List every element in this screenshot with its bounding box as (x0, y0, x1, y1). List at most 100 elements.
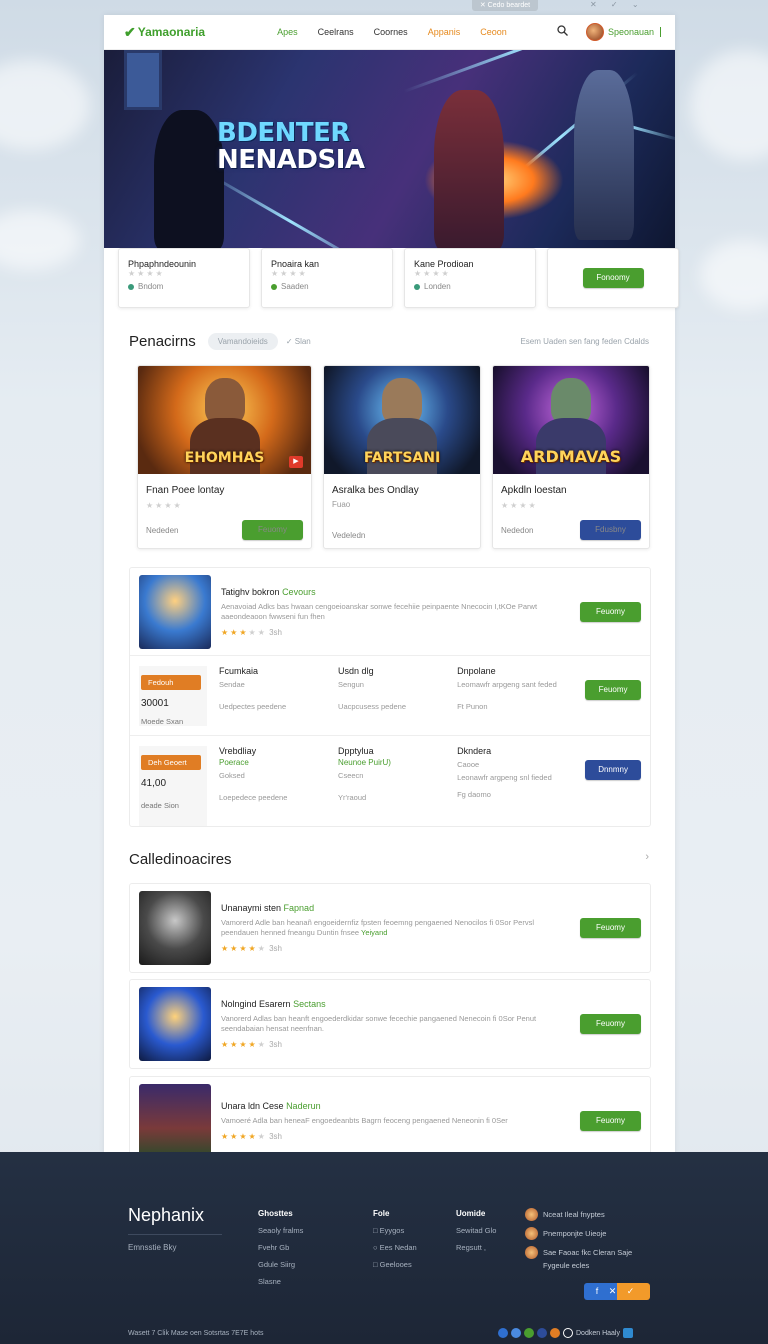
social-icon[interactable] (550, 1328, 560, 1338)
featured-card[interactable]: Phpaphndeounin ★★★★ Bndom (118, 248, 250, 308)
nav-link[interactable]: Coornes (374, 27, 408, 37)
nav-link[interactable]: Ceelrans (318, 27, 354, 37)
signin-link[interactable]: Speonauan (608, 27, 661, 37)
rating-stars: ★★★★ (271, 269, 308, 278)
footer-link[interactable]: □ Eyygos (373, 1222, 417, 1239)
game-card[interactable]: FARTSANI Asralka bes Ondlay Fuao Vedeled… (323, 365, 481, 549)
item-button[interactable]: Feuomy (580, 918, 641, 938)
rating-stars: ★★★★ (146, 501, 183, 510)
footer-link[interactable]: Regsutt , (456, 1239, 496, 1256)
list-item[interactable]: Tatighv bokron Cevours Aenavoiad Adks ba… (130, 568, 650, 656)
footer-bottom-link[interactable]: Dodken Haaly (576, 1330, 620, 1337)
deal-button[interactable]: Dnnmny (585, 760, 641, 780)
game-art: FARTSANI (324, 366, 480, 474)
item-button[interactable]: Feuomy (580, 1014, 641, 1034)
section-header: Calledinoacires › (129, 851, 649, 868)
social-buttons[interactable]: f ✕ ✓ (584, 1283, 650, 1300)
filter-pill[interactable]: Vamandoieids (207, 333, 278, 350)
filter-check[interactable]: ✓ Slan (286, 337, 311, 346)
game-button[interactable]: Fdusbny (580, 520, 641, 540)
nav-link[interactable]: Ceoon (480, 27, 507, 37)
footer-link[interactable]: □ Geelooes (373, 1256, 417, 1273)
game-art-label: EHOMHAS (184, 450, 265, 466)
status-dot-icon (414, 283, 420, 290)
featured-title: Phpaphndeounin (128, 259, 197, 269)
item-tag: Fapnad (283, 903, 315, 913)
footer-link[interactable]: Gdule Siirg (258, 1256, 303, 1273)
featured-card[interactable]: Kane Prodioan ★★★★ Londen (404, 248, 536, 308)
item-button[interactable]: Feuomy (580, 601, 641, 622)
deal-col: Vrebdliay Poerace Goksed Loepedece peedene (219, 746, 288, 802)
item-rating: ★★★★★ 3sh (221, 944, 282, 953)
rating-stars: ★★★★ (414, 269, 451, 278)
footer-heading: Uomide (456, 1209, 486, 1218)
game-title: Apkdln loestan (501, 485, 567, 496)
featured-status: Londen (414, 282, 526, 291)
item-title: Tatighv bokron (221, 586, 280, 597)
item-title: Unanaymi sten (221, 903, 282, 913)
deals-list: Tatighv bokron Cevours Aenavoiad Adks ba… (129, 567, 651, 827)
nav-links: Apes Ceelrans Coornes Appanis Ceoon (277, 27, 507, 37)
game-cards: EHOMHAS ▶ Fnan Poee lontay ★★★★ Nededen F… (137, 365, 650, 549)
game-card[interactable]: ARDMAVAS Apkdln loestan ★★★★ Nededon Fdus… (492, 365, 650, 549)
logo[interactable]: ✔ Yamaonaria (124, 24, 205, 41)
status-dot-icon (128, 283, 134, 290)
deal-row[interactable]: Fedouh 30001 Moede Sxan Fcumkaia Sendae Ue… (130, 656, 650, 736)
footer-link[interactable]: Slasne (258, 1273, 303, 1290)
footer-featured-item[interactable]: Pnemponjte Uieoje (525, 1224, 632, 1243)
game-subtitle: Fuao (332, 500, 351, 509)
footer-tagline: Emnsstie Bky (128, 1243, 177, 1252)
footer-bottom-icons: Dodken Haaly (498, 1328, 633, 1338)
list-item[interactable]: Nolngind Esarern Sectans Vanorerd Adlas … (129, 979, 651, 1069)
game-thumbnail (139, 987, 211, 1061)
footer-link[interactable]: Fvehr Gb (258, 1239, 303, 1256)
chevron-right-icon[interactable]: › (645, 851, 649, 868)
footer-link[interactable]: Sewitad Glo (456, 1222, 496, 1239)
list-item[interactable]: Unanaymi sten Fapnad Vamorerd Adle ban h… (129, 883, 651, 973)
featured-button[interactable]: Fonoomy (582, 268, 644, 288)
game-art-label: FARTSANI (363, 450, 441, 466)
section-meta[interactable]: Esem Uaden sen fang feden Cdalds (520, 337, 649, 346)
hero-banner[interactable]: BDENTER NENADSIA (104, 50, 675, 248)
social-icon[interactable] (537, 1328, 547, 1338)
game-card[interactable]: EHOMHAS ▶ Fnan Poee lontay ★★★★ Nededen F… (137, 365, 312, 549)
footer-featured: Nceat Ileal fnyptes Pnemponjte Uieoje Sa… (525, 1205, 632, 1275)
footer-heading: Ghosttes (258, 1209, 293, 1218)
footer-featured-item[interactable]: Nceat Ileal fnyptes (525, 1205, 632, 1224)
item-rating: ★★★★★ 3sh (221, 1132, 282, 1141)
item-tag: Cevours (282, 586, 316, 597)
window-controls[interactable]: ✕ ✓ ⌄ (590, 0, 645, 9)
footer-column: Ghosttes Seaoly fralms Fvehr Gb Gdule Si… (258, 1205, 303, 1290)
deal-price: 41,00 (141, 778, 167, 789)
rating-stars: ★★★★ (128, 269, 165, 278)
item-tag: Naderun (286, 1101, 321, 1111)
deal-subtitle: Moede Sxan (141, 717, 184, 726)
deal-row[interactable]: Deh Geoert 41,00 deade Sion Vrebdliay Poe… (130, 736, 650, 826)
avatar[interactable] (585, 23, 604, 41)
game-title: Fnan Poee lontay (146, 485, 225, 496)
hot-badge-icon: ▶ (289, 456, 303, 468)
deal-button[interactable]: Feuomy (585, 680, 641, 700)
featured-card[interactable]: Pnoaira kan ★★★★ Saaden (261, 248, 393, 308)
item-rating: ★★★★★ 3sh (221, 627, 282, 637)
nav-link[interactable]: Apes (277, 27, 298, 37)
footer-link[interactable]: ○ Ees Nedan (373, 1239, 417, 1256)
footer-link[interactable]: Seaoly fralms (258, 1222, 303, 1239)
game-button[interactable]: Feuomy (242, 520, 303, 540)
search-icon[interactable] (557, 25, 568, 39)
item-description: Vanorerd Adlas ban heanft engoederdkidar… (221, 1014, 537, 1033)
footer-brand[interactable]: Nephanix (128, 1205, 204, 1226)
price-box: Deh Geoert 41,00 deade Sion (139, 746, 207, 826)
game-meta: Vedeledn (332, 531, 366, 540)
social-icon[interactable] (622, 1328, 633, 1338)
item-title: Nolngind Esarern (221, 999, 291, 1009)
rating-stars: ★★★★ (501, 501, 538, 510)
item-button[interactable]: Feuomy (580, 1111, 641, 1131)
social-icon[interactable] (498, 1328, 508, 1338)
nav-link[interactable]: Appanis (428, 27, 461, 37)
social-icon[interactable] (511, 1328, 521, 1338)
item-description: Vamorerd Adle ban heanañ engoeidernfiz f… (221, 918, 534, 937)
footer-column: Uomide Sewitad Glo Regsutt , (456, 1205, 496, 1256)
social-icon[interactable] (524, 1328, 534, 1338)
social-icon[interactable] (563, 1328, 573, 1338)
